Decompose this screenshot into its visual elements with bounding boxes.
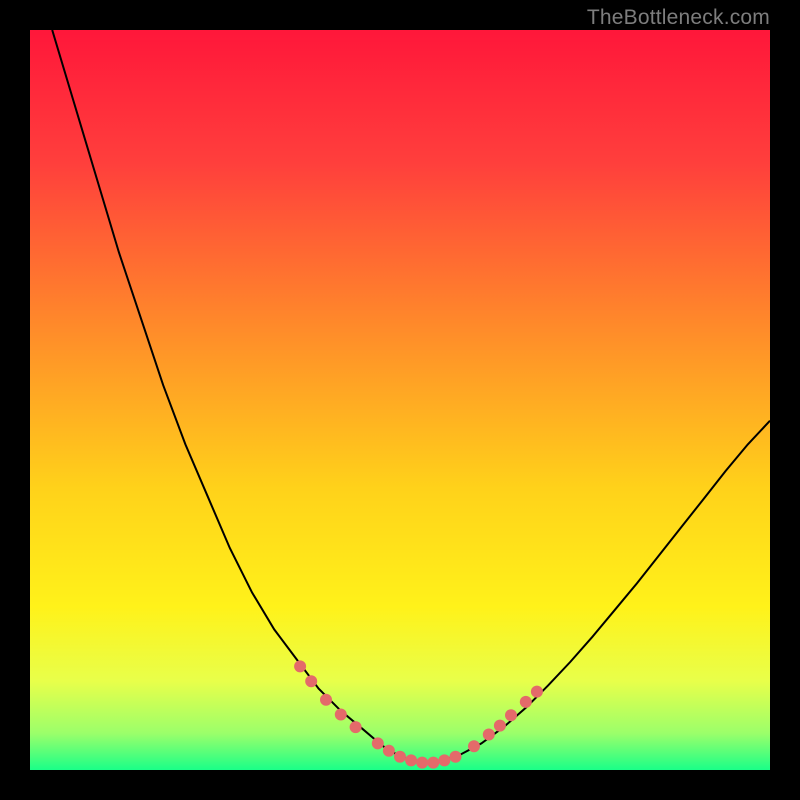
curve-marker bbox=[320, 694, 332, 706]
curve-marker bbox=[383, 745, 395, 757]
plot-area bbox=[30, 30, 770, 770]
curve-marker bbox=[305, 675, 317, 687]
gradient-background bbox=[30, 30, 770, 770]
curve-marker bbox=[335, 709, 347, 721]
curve-marker bbox=[372, 737, 384, 749]
curve-marker bbox=[427, 757, 439, 769]
chart-frame: TheBottleneck.com bbox=[0, 0, 800, 800]
curve-marker bbox=[394, 751, 406, 763]
curve-marker bbox=[468, 740, 480, 752]
curve-marker bbox=[438, 754, 450, 766]
curve-marker bbox=[294, 660, 306, 672]
curve-marker bbox=[350, 721, 362, 733]
chart-svg bbox=[30, 30, 770, 770]
watermark-text: TheBottleneck.com bbox=[587, 6, 770, 30]
curve-marker bbox=[494, 720, 506, 732]
curve-marker bbox=[405, 754, 417, 766]
curve-marker bbox=[483, 729, 495, 741]
curve-marker bbox=[520, 696, 532, 708]
curve-marker bbox=[531, 686, 543, 698]
curve-marker bbox=[416, 757, 428, 769]
curve-marker bbox=[505, 709, 517, 721]
curve-marker bbox=[450, 751, 462, 763]
